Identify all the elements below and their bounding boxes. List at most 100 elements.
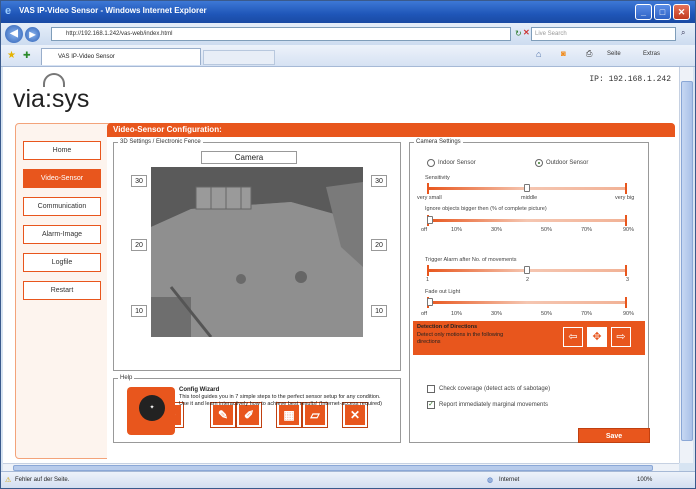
tick-label: 50% xyxy=(541,227,553,233)
tick-label: 30% xyxy=(491,311,503,317)
outdoor-label: Outdoor Sensor xyxy=(546,160,589,166)
home-icon[interactable]: ⌂ xyxy=(536,49,541,59)
check-coverage-checkbox[interactable] xyxy=(427,385,435,393)
search-input[interactable]: Live Search xyxy=(531,27,676,41)
maximize-button[interactable]: □ xyxy=(654,4,671,20)
extras-menu[interactable]: Extras xyxy=(643,51,660,57)
back-button[interactable]: ◀ xyxy=(5,25,23,43)
zoom-level[interactable]: 100% xyxy=(637,477,652,483)
tick-label: 10% xyxy=(451,227,463,233)
horizontal-scrollbar[interactable] xyxy=(3,463,679,471)
right-top-value[interactable]: 30 xyxy=(371,175,387,187)
tab-bar: ★ ✚ VAS IP-Video Sensor ⌂ ◙ ⎙ Seite Extr… xyxy=(1,45,695,67)
url-field[interactable]: http://192.168.1.242/vas-web/index.html xyxy=(51,27,511,41)
direction-left-button[interactable]: ⇦ xyxy=(563,327,583,347)
outdoor-radio[interactable] xyxy=(535,159,543,167)
favorites-star-icon[interactable]: ★ xyxy=(7,50,16,61)
status-bar: ⚠ Fehler auf der Seite. ◍ Internet 100% xyxy=(1,471,695,488)
ignore-slider[interactable] xyxy=(427,215,627,226)
vertical-scrollbar[interactable] xyxy=(679,67,693,463)
fence-legend: 3D Settings / Electronic Fence xyxy=(120,139,201,145)
nav-video-sensor[interactable]: Video-Sensor xyxy=(23,169,101,188)
title-bar: e VAS IP-Video Sensor - Windows Internet… xyxy=(1,1,695,23)
ignore-knob[interactable] xyxy=(427,216,433,224)
tick-label: 2 xyxy=(526,277,530,283)
tick-label: 70% xyxy=(581,227,593,233)
nav-communication[interactable]: Communication xyxy=(23,197,101,216)
camera-settings-legend: Camera Settings xyxy=(416,139,461,145)
tab-vas-sensor[interactable]: VAS IP-Video Sensor xyxy=(41,48,201,65)
wizard-icon[interactable]: ✦ xyxy=(127,387,175,435)
fade-knob[interactable] xyxy=(427,298,433,306)
camera-image xyxy=(151,167,363,337)
left-mid-value[interactable]: 20 xyxy=(131,239,147,251)
direction-right-button[interactable]: ⇨ xyxy=(611,327,631,347)
left-bottom-value[interactable]: 10 xyxy=(131,305,147,317)
status-text[interactable]: Fehler auf der Seite. xyxy=(15,477,69,483)
tick-label: 50% xyxy=(541,311,553,317)
tick-label: very big xyxy=(615,195,635,201)
window-title: VAS IP-Video Sensor - Windows Internet E… xyxy=(19,6,207,15)
directions-panel: Detection of Directions Detect only moti… xyxy=(413,321,645,355)
help-legend: Help xyxy=(120,375,133,381)
page-menu[interactable]: Seite xyxy=(607,51,621,57)
report-marginal-label: Report immediately marginal movements xyxy=(439,402,549,408)
check-coverage-label: Check coverage (detect acts of sabotage) xyxy=(439,386,551,392)
forward-button[interactable]: ▶ xyxy=(25,27,40,42)
refresh-icon[interactable]: ↻ xyxy=(515,29,522,38)
tick-label: off xyxy=(421,227,428,233)
minimize-button[interactable]: _ xyxy=(635,4,652,20)
save-button[interactable]: Save xyxy=(578,428,650,443)
fade-slider[interactable] xyxy=(427,297,627,308)
nav-alarm-image[interactable]: Alarm-Image xyxy=(23,225,101,244)
left-top-value[interactable]: 30 xyxy=(131,175,147,187)
wizard-title[interactable]: Config Wizard xyxy=(179,387,219,393)
config-content: 3D Settings / Electronic Fence Camera 30… xyxy=(107,137,675,459)
indoor-label: Indoor Sensor xyxy=(438,160,476,166)
camera-label: Camera xyxy=(201,151,297,164)
right-mid-value[interactable]: 20 xyxy=(371,239,387,251)
globe-icon: ◍ xyxy=(487,477,494,484)
ip-address: IP: 192.168.1.242 xyxy=(589,75,671,84)
right-bottom-value[interactable]: 10 xyxy=(371,305,387,317)
trigger-knob[interactable] xyxy=(524,266,530,274)
add-favorite-icon[interactable]: ✚ xyxy=(23,50,31,61)
close-button[interactable]: ✕ xyxy=(673,4,690,20)
tick-label: 30% xyxy=(491,227,503,233)
search-icon[interactable]: ⌕ xyxy=(681,28,685,38)
trigger-label: Trigger Alarm after No. of movements xyxy=(425,257,517,263)
directions-title: Detection of Directions xyxy=(417,324,478,330)
tick-label: 1 xyxy=(426,277,430,283)
tick-label: 10% xyxy=(451,311,463,317)
indoor-radio[interactable] xyxy=(427,159,435,167)
page-content: via:sys IP: 192.168.1.242 Home Video-Sen… xyxy=(3,67,679,463)
new-tab-button[interactable] xyxy=(203,50,275,65)
tick-label: 70% xyxy=(581,311,593,317)
directions-desc: Detect only motions in the following dir… xyxy=(417,332,504,345)
tab-label: VAS IP-Video Sensor xyxy=(58,54,115,60)
tick-label: 90% xyxy=(623,227,635,233)
browser-window: e VAS IP-Video Sensor - Windows Internet… xyxy=(0,0,696,489)
nav-home[interactable]: Home xyxy=(23,141,101,160)
config-title: Video-Sensor Configuration: xyxy=(107,123,675,137)
tick-label: 3 xyxy=(626,277,630,283)
sensitivity-label: Sensitivity xyxy=(425,175,450,181)
direction-all-button[interactable]: ✥ xyxy=(587,327,607,347)
stop-icon[interactable]: ✕ xyxy=(523,28,530,37)
print-icon[interactable]: ⎙ xyxy=(586,49,592,59)
ie-logo-icon: e xyxy=(5,5,12,17)
camera-video-feed[interactable] xyxy=(151,167,363,337)
trigger-slider[interactable] xyxy=(427,265,627,276)
wifi-waves-icon xyxy=(43,73,65,87)
ignore-label: Ignore objects bigger then (% of complet… xyxy=(425,206,547,212)
sensitivity-knob[interactable] xyxy=(524,184,530,192)
wizard-text: This tool guides you in 7 simple steps t… xyxy=(179,394,382,407)
tick-label: off xyxy=(421,311,428,317)
nav-restart[interactable]: Restart xyxy=(23,281,101,300)
viasys-logo: via:sys xyxy=(13,73,89,114)
nav-logfile[interactable]: Logfile xyxy=(23,253,101,272)
report-marginal-checkbox[interactable]: ✓ xyxy=(427,401,435,409)
feeds-icon[interactable]: ◙ xyxy=(561,49,566,58)
warning-icon[interactable]: ⚠ xyxy=(5,476,11,484)
sensitivity-slider[interactable] xyxy=(427,183,627,194)
